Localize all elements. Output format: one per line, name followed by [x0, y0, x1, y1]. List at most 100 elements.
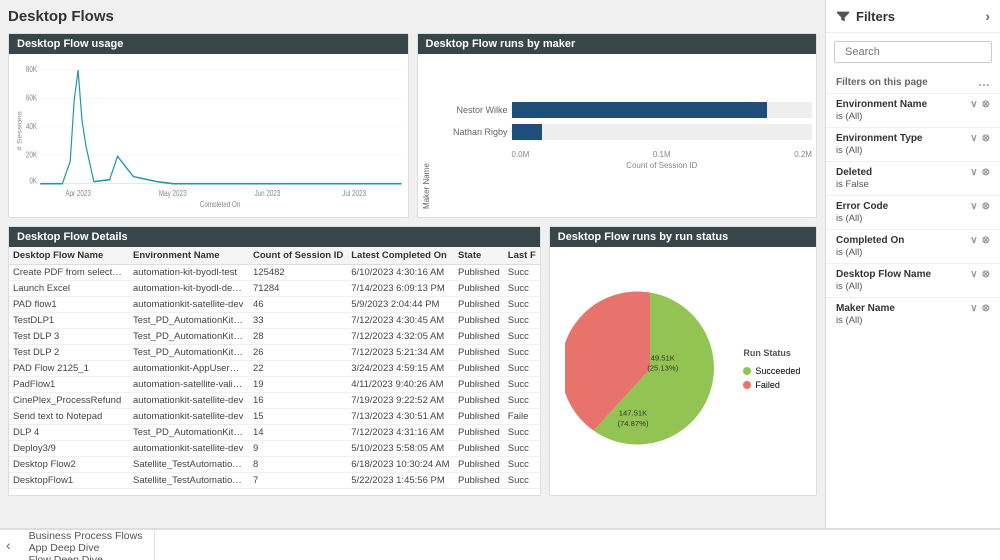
- table-cell: 5/10/2023 5:58:05 AM: [347, 441, 454, 457]
- table-cell: Published: [454, 265, 504, 281]
- table-cell: Published: [454, 393, 504, 409]
- filter-clear-3[interactable]: ⊗: [982, 201, 990, 212]
- filters-section-ellipsis: …: [978, 75, 990, 89]
- svg-text:Jul 2023: Jul 2023: [342, 188, 366, 198]
- table-cell: Succ: [504, 473, 540, 489]
- filter-icon: [836, 9, 850, 23]
- table-cell: Published: [454, 297, 504, 313]
- filter-item-1[interactable]: Environment Type ∨ ⊗ is (All): [826, 127, 1000, 161]
- filter-label-0: Environment Name: [836, 99, 927, 110]
- legend-failed: Failed: [743, 380, 800, 390]
- table-cell: 4/11/2023 9:40:26 AM: [347, 377, 454, 393]
- table-cell: Send text to Notepad: [9, 409, 129, 425]
- table-cell: Succ: [504, 361, 540, 377]
- filters-section-label: Filters on this page: [836, 77, 928, 88]
- col-env-name: Environment Name: [129, 247, 249, 265]
- tab-prev-button[interactable]: ‹: [0, 530, 17, 560]
- table-cell: Deploy3/9: [9, 441, 129, 457]
- details-table-wrapper[interactable]: Desktop Flow Name Environment Name Count…: [9, 247, 540, 491]
- maker-bar-1: [512, 124, 542, 140]
- svg-text:147.51K: 147.51K: [619, 409, 648, 418]
- table-cell: 7/19/2023 9:22:52 AM: [347, 393, 454, 409]
- filter-clear-6[interactable]: ⊗: [982, 303, 990, 314]
- filter-chevron-4[interactable]: ∨: [970, 235, 977, 246]
- tab-item-0[interactable]: Business Process Flows: [17, 530, 156, 542]
- filter-chevron-2[interactable]: ∨: [970, 167, 977, 178]
- table-cell: Published: [454, 329, 504, 345]
- maker-x-tick-1: 0.1M: [653, 150, 671, 159]
- maker-chart-title: Desktop Flow runs by maker: [418, 34, 817, 54]
- table-cell: Test_PD_AutomationKit_Satellite: [129, 329, 249, 345]
- filter-item-2[interactable]: Deleted ∨ ⊗ is False: [826, 161, 1000, 195]
- maker-y-axis-label: Maker Name: [422, 62, 431, 209]
- table-cell: 5/22/2023 1:45:56 PM: [347, 473, 454, 489]
- table-cell: DesktopFlow1: [9, 473, 129, 489]
- table-cell: automation-kit-byodl-test: [129, 265, 249, 281]
- filter-value-3: is (All): [836, 213, 990, 224]
- maker-chart-card: Desktop Flow runs by maker Maker Name Ne…: [417, 33, 818, 218]
- table-row: PadFlow1automation-satellite-validation1…: [9, 377, 540, 393]
- tab-item-1[interactable]: App Deep Dive: [17, 542, 156, 554]
- status-chart-card: Desktop Flow runs by run status 49.51K (…: [549, 226, 817, 496]
- filter-label-3: Error Code: [836, 201, 888, 212]
- table-cell: Launch Excel: [9, 281, 129, 297]
- table-cell: 7/13/2023 4:30:51 AM: [347, 409, 454, 425]
- table-cell: 7/12/2023 4:32:05 AM: [347, 329, 454, 345]
- table-cell: Test_PD_AutomationKit_Satellite: [129, 425, 249, 441]
- tab-item-2[interactable]: Flow Deep Dive: [17, 554, 156, 560]
- maker-bar-wrap-0: [512, 102, 813, 118]
- filter-item-5[interactable]: Desktop Flow Name ∨ ⊗ is (All): [826, 263, 1000, 297]
- filter-clear-5[interactable]: ⊗: [982, 269, 990, 280]
- filter-item-3[interactable]: Error Code ∨ ⊗ is (All): [826, 195, 1000, 229]
- table-cell: PAD flow1: [9, 297, 129, 313]
- filter-item-6[interactable]: Maker Name ∨ ⊗ is (All): [826, 297, 1000, 331]
- filter-chevron-6[interactable]: ∨: [970, 303, 977, 314]
- filter-value-4: is (All): [836, 247, 990, 258]
- filter-label-4: Completed On: [836, 235, 904, 246]
- filter-clear-0[interactable]: ⊗: [982, 99, 990, 110]
- filter-chevron-1[interactable]: ∨: [970, 133, 977, 144]
- filter-value-6: is (All): [836, 315, 990, 326]
- filters-close-button[interactable]: ›: [985, 8, 990, 24]
- filter-chevron-0[interactable]: ∨: [970, 99, 977, 110]
- table-cell: Succ: [504, 393, 540, 409]
- svg-text:Completed On: Completed On: [200, 199, 241, 207]
- table-cell: 8: [249, 457, 347, 473]
- legend-succeeded-label: Succeeded: [755, 366, 800, 376]
- filters-search-input[interactable]: [845, 46, 987, 58]
- maker-name-1: Nathan Rigby: [433, 127, 508, 137]
- filter-chevron-3[interactable]: ∨: [970, 201, 977, 212]
- filter-clear-1[interactable]: ⊗: [982, 133, 990, 144]
- legend-title: Run Status: [743, 348, 800, 358]
- filter-label-2: Deleted: [836, 167, 872, 178]
- table-cell: Test_PD_AutomationKit_Satellite: [129, 313, 249, 329]
- table-row: Test DLP 3Test_PD_AutomationKit_Satellit…: [9, 329, 540, 345]
- filter-clear-2[interactable]: ⊗: [982, 167, 990, 178]
- table-row: Deploy3/9automationkit-satellite-dev95/1…: [9, 441, 540, 457]
- filter-item-0[interactable]: Environment Name ∨ ⊗ is (All): [826, 93, 1000, 127]
- maker-row-1: Nathan Rigby: [433, 124, 813, 140]
- table-cell: 46: [249, 297, 347, 313]
- table-cell: automation-satellite-validation: [129, 377, 249, 393]
- table-cell: PAD Flow 2125_1: [9, 361, 129, 377]
- col-last: Last F: [504, 247, 540, 265]
- maker-bar-0: [512, 102, 767, 118]
- table-cell: Published: [454, 281, 504, 297]
- table-cell: Succ: [504, 425, 540, 441]
- table-cell: Succ: [504, 377, 540, 393]
- table-cell: Published: [454, 489, 504, 492]
- table-cell: Succ: [504, 441, 540, 457]
- table-cell: Satellite_TestAutomationKIT: [129, 457, 249, 473]
- table-row: Launch Excelautomation-kit-byodl-demo712…: [9, 281, 540, 297]
- filter-item-4[interactable]: Completed On ∨ ⊗ is (All): [826, 229, 1000, 263]
- filters-search-box[interactable]: [834, 41, 992, 63]
- tabs-bar: ‹ Business Process FlowsApp Deep DiveFlo…: [0, 528, 1000, 560]
- filter-clear-4[interactable]: ⊗: [982, 235, 990, 246]
- table-cell: 3/24/2023 4:59:15 AM: [347, 361, 454, 377]
- status-chart-title: Desktop Flow runs by run status: [550, 227, 816, 247]
- filter-label-5: Desktop Flow Name: [836, 269, 931, 280]
- table-row: Pad Flow 1 for testingautomationkit-sate…: [9, 489, 540, 492]
- table-row: DesktopFlow1Satellite_TestAutomationKIT7…: [9, 473, 540, 489]
- filter-chevron-5[interactable]: ∨: [970, 269, 977, 280]
- table-cell: Published: [454, 425, 504, 441]
